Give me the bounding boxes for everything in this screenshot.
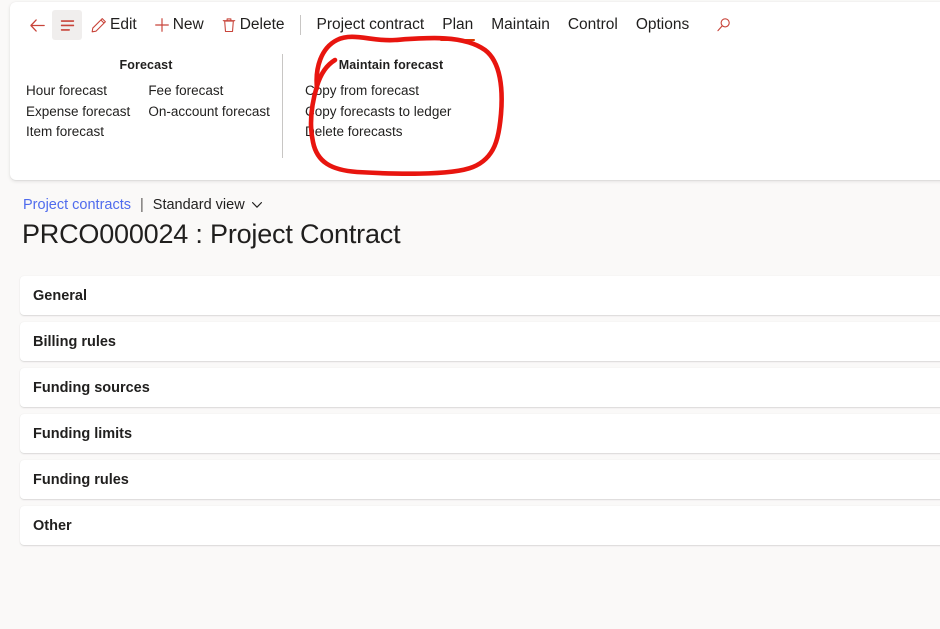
view-selector-label: Standard view — [152, 197, 245, 213]
back-arrow-icon[interactable] — [22, 10, 52, 40]
app-root: Edit New Delete Project contract Plan Ma… — [0, 0, 940, 629]
plus-icon — [153, 16, 171, 34]
tab-maintain-label: Maintain — [491, 16, 550, 33]
tab-plan[interactable]: Plan — [433, 8, 482, 42]
tab-options-label: Options — [635, 16, 690, 33]
ribbon-group-forecast-title: Forecast — [119, 58, 173, 72]
ribbon-group-forecast: Forecast Hour forecast Expense forecast … — [10, 50, 282, 143]
fasttab-funding-sources-label: Funding sources — [33, 379, 150, 396]
fasttab-billing-rules-label: Billing rules — [33, 333, 116, 350]
edit-button-label: Edit — [110, 16, 137, 33]
tab-options[interactable]: Options — [627, 8, 698, 42]
ribbon-group-maintain-forecast-title: Maintain forecast — [338, 58, 444, 72]
delete-button[interactable]: Delete — [212, 9, 293, 41]
fasttab-funding-limits[interactable]: Funding limits — [20, 414, 940, 453]
view-selector[interactable]: Standard view — [153, 197, 263, 213]
ribbon-groups: Forecast Hour forecast Expense forecast … — [10, 50, 940, 180]
tab-project-contract-label: Project contract — [316, 16, 425, 33]
forecast-column-2: Fee forecast On-account forecast — [148, 81, 288, 143]
page-title: PRCO000024 : Project Contract — [22, 219, 401, 249]
trash-icon — [220, 16, 238, 34]
tab-control-label: Control — [567, 16, 618, 33]
fasttab-billing-rules[interactable]: Billing rules — [20, 322, 940, 361]
menu-item-delete-forecasts[interactable]: Delete forecasts — [305, 122, 469, 143]
search-glyph — [717, 18, 731, 32]
fasttab-funding-rules[interactable]: Funding rules — [20, 460, 940, 499]
menu-item-hour-forecast[interactable]: Hour forecast — [26, 81, 148, 102]
pencil-icon — [90, 16, 108, 34]
fasttab-general[interactable]: General — [20, 276, 940, 315]
tab-control[interactable]: Control — [559, 8, 627, 42]
menu-item-fee-forecast[interactable]: Fee forecast — [148, 81, 288, 102]
fasttab-other-label: Other — [33, 517, 72, 534]
ribbon-card: Edit New Delete Project contract Plan Ma… — [10, 2, 940, 180]
maintain-forecast-column-1: Copy from forecast Copy forecasts to led… — [305, 81, 469, 143]
search-icon[interactable] — [708, 9, 740, 41]
breadcrumb-separator: | — [140, 197, 144, 213]
fasttab-general-label: General — [33, 287, 87, 304]
menu-item-copy-from-forecast[interactable]: Copy from forecast — [305, 81, 469, 102]
new-button-label: New — [172, 16, 204, 33]
page-content: Project contracts | Standard view PRCO00… — [0, 186, 940, 629]
fasttab-funding-sources[interactable]: Funding sources — [20, 368, 940, 407]
back-arrow-glyph — [29, 18, 45, 32]
new-button[interactable]: New — [145, 9, 212, 41]
chevron-down-icon — [251, 202, 262, 208]
hamburger-menu-icon[interactable] — [52, 10, 82, 40]
menu-item-expense-forecast[interactable]: Expense forecast — [26, 102, 148, 123]
menu-item-copy-forecasts-to-ledger[interactable]: Copy forecasts to ledger — [305, 102, 469, 123]
tab-project-contract[interactable]: Project contract — [308, 8, 434, 42]
fasttab-funding-rules-label: Funding rules — [33, 471, 129, 488]
menu-item-item-forecast[interactable]: Item forecast — [26, 122, 148, 143]
command-bar: Edit New Delete Project contract Plan Ma… — [10, 2, 740, 48]
fasttab-list: General Billing rules Funding sources Fu… — [20, 276, 940, 552]
fasttab-other[interactable]: Other — [20, 506, 940, 545]
hamburger-menu-glyph — [60, 19, 74, 31]
breadcrumb: Project contracts | Standard view — [23, 197, 263, 213]
edit-button[interactable]: Edit — [82, 9, 145, 41]
delete-button-label: Delete — [239, 16, 285, 33]
breadcrumb-parent-link[interactable]: Project contracts — [23, 197, 131, 213]
ribbon-group-maintain-forecast: Maintain forecast Copy from forecast Cop… — [283, 50, 493, 143]
tab-plan-label: Plan — [442, 16, 474, 33]
tab-maintain[interactable]: Maintain — [482, 8, 559, 42]
forecast-column-1: Hour forecast Expense forecast Item fore… — [26, 81, 148, 143]
fasttab-funding-limits-label: Funding limits — [33, 425, 133, 442]
command-bar-divider — [299, 15, 301, 35]
menu-item-on-account-forecast[interactable]: On-account forecast — [148, 102, 288, 123]
